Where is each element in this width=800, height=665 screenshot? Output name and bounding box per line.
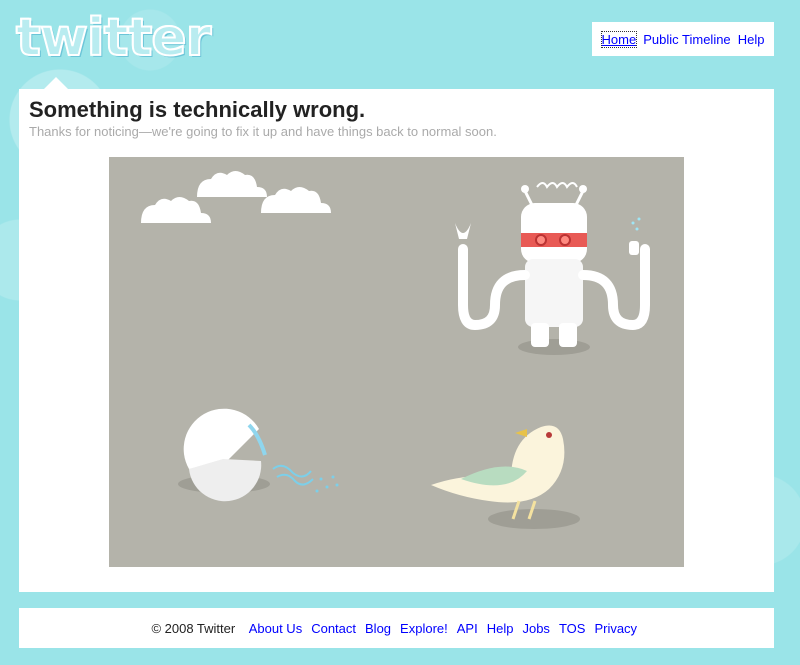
- top-navigation: Home Public Timeline Help: [592, 22, 774, 56]
- robot-bird-illustration: [141, 171, 650, 529]
- footer-link-help[interactable]: Help: [487, 621, 514, 636]
- error-title: Something is technically wrong.: [29, 97, 366, 122]
- bird-icon: [431, 425, 565, 520]
- nav-public-timeline-link[interactable]: Public Timeline: [643, 32, 730, 47]
- footer-link-about-us[interactable]: About Us: [249, 621, 302, 636]
- footer-link-api[interactable]: API: [457, 621, 478, 636]
- robot-icon: [455, 182, 650, 347]
- error-content-box: Something is technically wrong. Thanks f…: [19, 89, 774, 592]
- footer-link-jobs[interactable]: Jobs: [522, 621, 549, 636]
- footer-link-contact[interactable]: Contact: [311, 621, 356, 636]
- footer-link-tos[interactable]: TOS: [559, 621, 586, 636]
- twitter-logo[interactable]: twitter: [15, 7, 230, 69]
- error-illustration: [109, 157, 684, 567]
- logo-wordmark: twitter: [15, 7, 212, 69]
- nav-help-link[interactable]: Help: [738, 32, 765, 47]
- footer-link-blog[interactable]: Blog: [365, 621, 391, 636]
- page-footer: © 2008 Twitter About Us Contact Blog Exp…: [19, 608, 774, 648]
- error-message: Thanks for noticing—we're going to fix i…: [29, 124, 497, 139]
- content-pointer: [44, 77, 68, 89]
- nav-home-link[interactable]: Home: [600, 30, 638, 48]
- clouds-icon: [141, 171, 331, 223]
- copyright-text: © 2008 Twitter: [151, 620, 236, 636]
- footer-link-explore[interactable]: Explore!: [400, 621, 448, 636]
- footer-link-privacy[interactable]: Privacy: [594, 621, 637, 636]
